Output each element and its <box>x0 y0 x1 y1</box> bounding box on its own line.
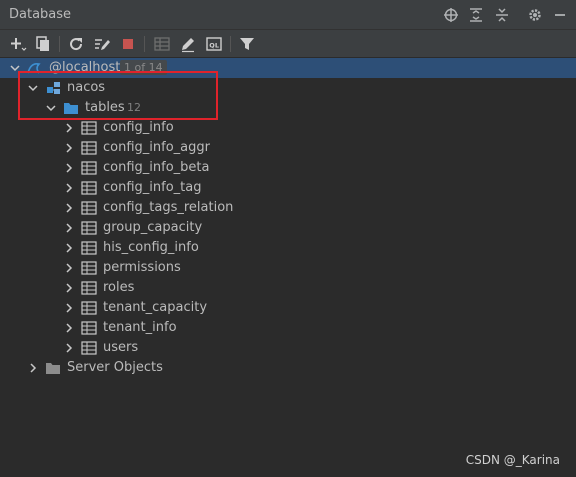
tree-node-tables-folder[interactable]: tables 12 <box>0 98 576 118</box>
table-name: users <box>103 340 139 355</box>
console-icon[interactable]: QL <box>205 35 223 53</box>
chevron-right-icon[interactable] <box>64 163 74 173</box>
watermark: CSDN @_Karina <box>465 453 560 467</box>
chevron-down-icon[interactable] <box>10 63 20 73</box>
table-name: config_info_aggr <box>103 140 210 155</box>
filter-icon[interactable] <box>238 35 256 53</box>
table-icon <box>81 281 97 295</box>
datasource-name: @localhost <box>49 60 121 75</box>
table-row[interactable]: config_tags_relation <box>0 198 576 218</box>
toolbar-separator <box>230 36 231 52</box>
chevron-right-icon[interactable] <box>64 283 74 293</box>
table-row[interactable]: group_capacity <box>0 218 576 238</box>
chevron-right-icon[interactable] <box>64 203 74 213</box>
chevron-right-icon[interactable] <box>64 183 74 193</box>
datasource-badge: 1 of 14 <box>120 60 167 75</box>
add-icon[interactable] <box>9 35 27 53</box>
table-icon <box>81 261 97 275</box>
chevron-right-icon[interactable] <box>64 263 74 273</box>
svg-text:QL: QL <box>209 42 219 50</box>
table-row[interactable]: users <box>0 338 576 358</box>
chevron-right-icon[interactable] <box>64 123 74 133</box>
tables-count: 12 <box>127 101 141 114</box>
table-icon <box>81 321 97 335</box>
duplicate-icon[interactable] <box>34 35 52 53</box>
crosshair-icon[interactable] <box>443 7 459 23</box>
table-icon <box>81 301 97 315</box>
table-icon <box>81 241 97 255</box>
edit-properties-icon[interactable] <box>93 35 111 53</box>
toolbar-separator <box>144 36 145 52</box>
table-row[interactable]: roles <box>0 278 576 298</box>
toolbar-separator <box>59 36 60 52</box>
expand-all-icon[interactable] <box>468 7 484 23</box>
table-name: config_info_beta <box>103 160 210 175</box>
table-icon <box>81 341 97 355</box>
folder-icon <box>63 101 79 115</box>
minimize-icon[interactable] <box>552 7 568 23</box>
database-toolbar: QL <box>0 30 576 58</box>
table-row[interactable]: tenant_info <box>0 318 576 338</box>
table-name: roles <box>103 280 135 295</box>
table-icon <box>81 221 97 235</box>
table-row[interactable]: config_info <box>0 118 576 138</box>
table-icon <box>81 121 97 135</box>
chevron-right-icon[interactable] <box>64 223 74 233</box>
table-name: tenant_capacity <box>103 300 208 315</box>
table-name: config_info <box>103 120 174 135</box>
chevron-right-icon[interactable] <box>64 323 74 333</box>
table-name: tenant_info <box>103 320 177 335</box>
table-name: permissions <box>103 260 181 275</box>
table-icon <box>81 201 97 215</box>
table-icon <box>81 161 97 175</box>
panel-title: Database <box>9 7 72 22</box>
table-row[interactable]: config_info_beta <box>0 158 576 178</box>
table-row[interactable]: config_info_tag <box>0 178 576 198</box>
table-row[interactable]: config_info_aggr <box>0 138 576 158</box>
table-row[interactable]: his_config_info <box>0 238 576 258</box>
panel-header: Database <box>0 0 576 30</box>
table-icon[interactable] <box>153 35 171 53</box>
table-icon <box>81 181 97 195</box>
schema-name: nacos <box>67 80 106 95</box>
table-name: config_tags_relation <box>103 200 234 215</box>
table-icon <box>81 141 97 155</box>
folder-icon <box>45 361 61 375</box>
mysql-datasource-icon <box>26 61 42 75</box>
database-tree[interactable]: @localhost 1 of 14 nacos tables 12 confi… <box>0 58 576 477</box>
table-name: his_config_info <box>103 240 199 255</box>
stop-icon[interactable] <box>119 35 137 53</box>
gear-icon[interactable] <box>527 7 543 23</box>
table-name: group_capacity <box>103 220 203 235</box>
schema-icon <box>46 81 62 95</box>
table-name: config_info_tag <box>103 180 202 195</box>
table-row[interactable]: tenant_capacity <box>0 298 576 318</box>
tree-node-server-objects[interactable]: Server Objects <box>0 358 576 378</box>
chevron-right-icon[interactable] <box>64 143 74 153</box>
chevron-right-icon[interactable] <box>64 343 74 353</box>
edit-icon[interactable] <box>179 35 197 53</box>
refresh-icon[interactable] <box>67 35 85 53</box>
chevron-down-icon[interactable] <box>28 83 38 93</box>
tree-node-datasource[interactable]: @localhost 1 of 14 <box>0 58 576 78</box>
tables-folder-label: tables <box>85 100 125 115</box>
chevron-right-icon[interactable] <box>28 363 38 373</box>
tree-node-schema[interactable]: nacos <box>0 78 576 98</box>
table-row[interactable]: permissions <box>0 258 576 278</box>
chevron-down-icon[interactable] <box>46 103 56 113</box>
chevron-right-icon[interactable] <box>64 243 74 253</box>
collapse-all-icon[interactable] <box>494 7 510 23</box>
chevron-right-icon[interactable] <box>64 303 74 313</box>
server-objects-label: Server Objects <box>67 360 163 375</box>
